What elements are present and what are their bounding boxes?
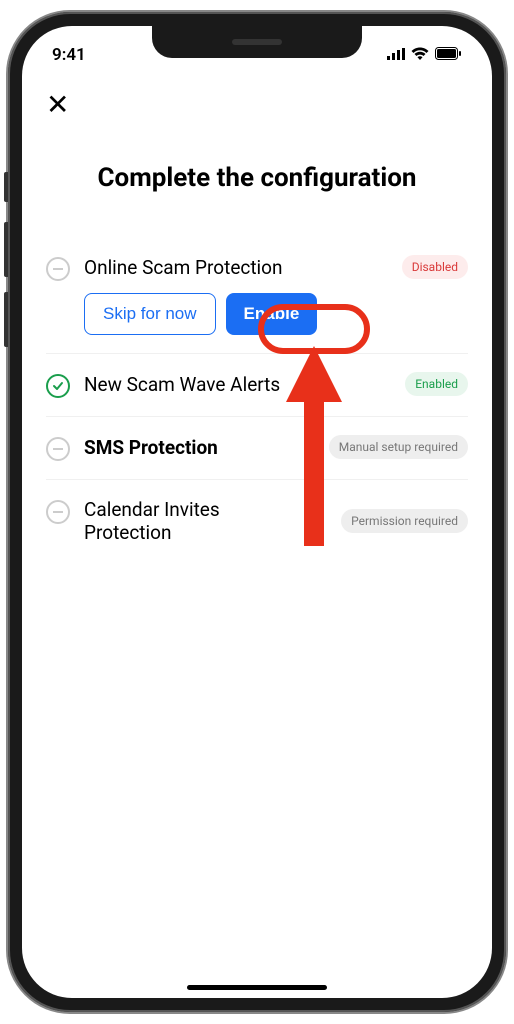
status-badge: Enabled (405, 372, 468, 396)
close-icon[interactable]: ✕ (46, 88, 69, 121)
status-neutral-icon (46, 500, 70, 524)
skip-button[interactable]: Skip for now (84, 293, 216, 335)
cellular-icon (387, 45, 405, 65)
config-item-sms: SMS Protection Manual setup required (46, 417, 468, 480)
status-badge: Permission required (341, 509, 468, 533)
config-item-online-scam: Online Scam Protection Disabled Skip for… (46, 237, 468, 354)
item-label: SMS Protection (84, 436, 218, 459)
item-label: Online Scam Protection (84, 256, 283, 279)
screen: 9:41 ✕ Complete the configuration (22, 26, 492, 998)
item-label: Calendar Invites Protection (84, 498, 254, 544)
wifi-icon (411, 45, 429, 65)
status-badge: Manual setup required (329, 435, 468, 459)
status-neutral-icon (46, 257, 70, 281)
enable-button[interactable]: Enable (226, 293, 318, 335)
notch (152, 26, 362, 58)
config-item-new-scam-wave: New Scam Wave Alerts Enabled (46, 354, 468, 417)
status-time: 9:41 (52, 45, 86, 65)
page-title: Complete the configuration (22, 121, 492, 237)
status-badge: Disabled (402, 255, 468, 279)
status-ok-icon (46, 374, 70, 398)
status-neutral-icon (46, 437, 70, 461)
item-label: New Scam Wave Alerts (84, 373, 280, 396)
home-indicator[interactable] (187, 985, 327, 990)
phone-frame: 9:41 ✕ Complete the configuration (8, 12, 506, 1012)
battery-icon (435, 45, 462, 65)
config-item-calendar: Calendar Invites Protection Permission r… (46, 480, 468, 562)
